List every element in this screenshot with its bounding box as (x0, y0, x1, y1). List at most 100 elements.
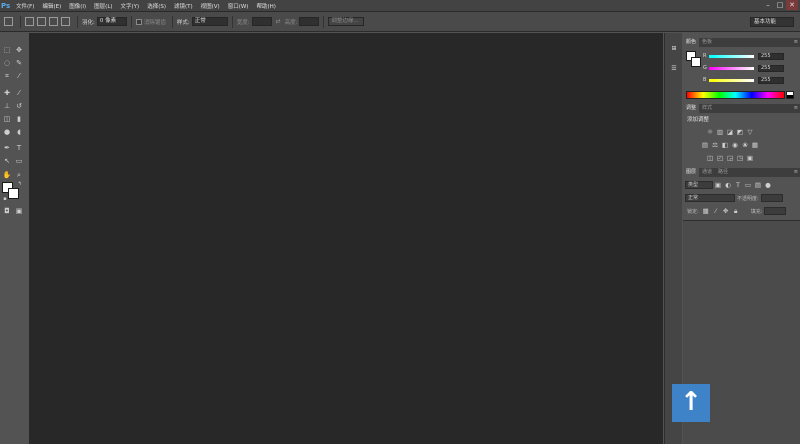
green-slider[interactable] (709, 66, 754, 70)
document-canvas-area[interactable] (29, 33, 663, 444)
gradient-map-icon[interactable]: ◳ (735, 153, 745, 163)
menu-filter[interactable]: 滤镜(T) (170, 2, 197, 10)
intersect-selection-icon[interactable] (61, 17, 70, 26)
properties-panel-icon[interactable]: ☰ (668, 63, 680, 75)
vibrance-icon[interactable]: ▽ (745, 127, 755, 137)
lock-transparency-icon[interactable]: ▦ (701, 206, 711, 216)
blur-tool-icon[interactable]: ● (2, 127, 12, 137)
minimize-button[interactable]: – (762, 0, 774, 10)
height-input[interactable] (299, 17, 320, 26)
type-tool-icon[interactable]: T (14, 143, 24, 153)
adjustment-filter-icon[interactable]: ◐ (723, 180, 733, 190)
gradient-tool-icon[interactable]: ▮ (14, 114, 24, 124)
threshold-icon[interactable]: ◲ (725, 153, 735, 163)
blue-slider[interactable] (709, 78, 754, 82)
shape-filter-icon[interactable]: ▭ (743, 180, 753, 190)
panel-menu-icon[interactable]: ≡ (794, 38, 798, 47)
opacity-input[interactable] (760, 194, 783, 202)
color-panel-background-swatch[interactable] (691, 57, 701, 67)
swap-colors-icon[interactable]: ↰ (15, 179, 25, 189)
quick-mask-icon[interactable]: ◘ (2, 206, 12, 216)
tab-swatches[interactable]: 色板 (699, 38, 715, 47)
red-value-input[interactable]: 255 (758, 52, 784, 60)
brightness-contrast-icon[interactable]: ☼ (705, 127, 715, 137)
tab-layers[interactable]: 图层 (683, 168, 700, 177)
pixel-filter-icon[interactable]: ▣ (713, 180, 723, 190)
panel-menu-icon[interactable]: ≡ (794, 104, 798, 113)
photo-filter-icon[interactable]: ◉ (730, 140, 740, 150)
move-tool-icon[interactable]: ✥ (14, 45, 24, 55)
invert-icon[interactable]: ◫ (705, 153, 715, 163)
tab-adjustments[interactable]: 调整 (683, 104, 700, 113)
menu-window[interactable]: 窗口(W) (224, 2, 253, 10)
add-selection-icon[interactable] (37, 17, 46, 26)
new-selection-icon[interactable] (25, 17, 34, 26)
red-slider[interactable] (709, 54, 754, 58)
history-brush-tool-icon[interactable]: ↺ (14, 101, 24, 111)
menu-type[interactable]: 文字(Y) (117, 2, 144, 10)
feather-input[interactable]: 0 像素 (96, 17, 127, 26)
menu-file[interactable]: 文件(F) (12, 2, 38, 10)
lock-all-icon[interactable]: 🔒︎ (731, 206, 741, 216)
history-panel-icon[interactable]: ⊞ (668, 43, 680, 55)
tab-channels[interactable]: 通道 (699, 168, 715, 177)
fill-input[interactable] (764, 207, 787, 215)
smart-filter-icon[interactable]: ▤ (753, 180, 763, 190)
quick-select-tool-icon[interactable]: ✎ (14, 58, 24, 68)
posterize-icon[interactable]: ◰ (715, 153, 725, 163)
color-spectrum-ramp[interactable] (686, 91, 785, 99)
close-button[interactable]: ✕ (786, 0, 798, 10)
tab-color[interactable]: 颜色 (683, 38, 700, 47)
brush-tool-icon[interactable]: ⁄ (14, 88, 24, 98)
green-value-input[interactable]: 255 (758, 64, 784, 72)
curves-icon[interactable]: ◪ (725, 127, 735, 137)
levels-icon[interactable]: ▥ (715, 127, 725, 137)
marquee-tool-icon[interactable]: ⬚ (2, 45, 12, 55)
menu-help[interactable]: 帮助(H) (252, 2, 279, 10)
screen-mode-icon[interactable]: ▣ (14, 206, 24, 216)
maximize-button[interactable]: □ (774, 0, 786, 10)
menu-select[interactable]: 选择(S) (143, 2, 170, 10)
color-balance-icon[interactable]: ⚖ (710, 140, 720, 150)
selective-color-icon[interactable]: ▣ (745, 153, 755, 163)
hand-tool-icon[interactable]: ✋ (2, 170, 12, 180)
menu-image[interactable]: 图像(I) (65, 2, 90, 10)
healing-brush-tool-icon[interactable]: ✚ (2, 88, 12, 98)
layer-kind-filter[interactable]: 类型 (685, 181, 713, 189)
blue-value-input[interactable]: 255 (758, 76, 784, 84)
tab-paths[interactable]: 路径 (715, 168, 731, 177)
tab-styles[interactable]: 样式 (699, 104, 715, 113)
menu-layer[interactable]: 图层(L) (90, 2, 116, 10)
pen-tool-icon[interactable]: ✒ (2, 143, 12, 153)
shape-tool-icon[interactable]: ▭ (14, 156, 24, 166)
width-input[interactable] (251, 17, 272, 26)
black-white-icon[interactable]: ◧ (720, 140, 730, 150)
exposure-icon[interactable]: ◩ (735, 127, 745, 137)
path-select-tool-icon[interactable]: ↖ (2, 156, 12, 166)
lasso-tool-icon[interactable]: ◌ (2, 58, 12, 68)
hue-saturation-icon[interactable]: ▤ (700, 140, 710, 150)
dodge-tool-icon[interactable]: ◖ (14, 127, 24, 137)
channel-mixer-icon[interactable]: ❀ (740, 140, 750, 150)
swap-dimensions-icon[interactable]: ⇄ (276, 18, 281, 25)
eraser-tool-icon[interactable]: ◫ (2, 114, 12, 124)
antialias-checkbox[interactable] (135, 18, 142, 25)
scroll-to-top-button[interactable]: ↑ (672, 384, 710, 422)
lock-image-icon[interactable]: ⁄ (711, 206, 721, 216)
style-select[interactable]: 正常 (191, 17, 228, 26)
menu-view[interactable]: 视图(V) (197, 2, 224, 10)
type-filter-icon[interactable]: T (733, 180, 743, 190)
menu-edit[interactable]: 编辑(E) (38, 2, 65, 10)
workspace-switcher[interactable]: 基本功能 (750, 17, 794, 27)
crop-tool-icon[interactable]: ⌗ (2, 71, 12, 81)
subtract-selection-icon[interactable] (49, 17, 58, 26)
eyedropper-tool-icon[interactable]: ⁄ (14, 71, 24, 81)
lock-position-icon[interactable]: ✥ (721, 206, 731, 216)
blend-mode-select[interactable]: 正常 (685, 194, 735, 202)
panel-menu-icon[interactable]: ≡ (794, 168, 798, 177)
default-colors-icon[interactable]: ▪ (0, 194, 10, 204)
color-lookup-icon[interactable]: ▦ (750, 140, 760, 150)
refine-edge-button[interactable]: 调整边缘... (328, 17, 365, 26)
black-white-ramp[interactable] (786, 91, 794, 99)
marquee-tool-preset-icon[interactable] (4, 17, 13, 26)
